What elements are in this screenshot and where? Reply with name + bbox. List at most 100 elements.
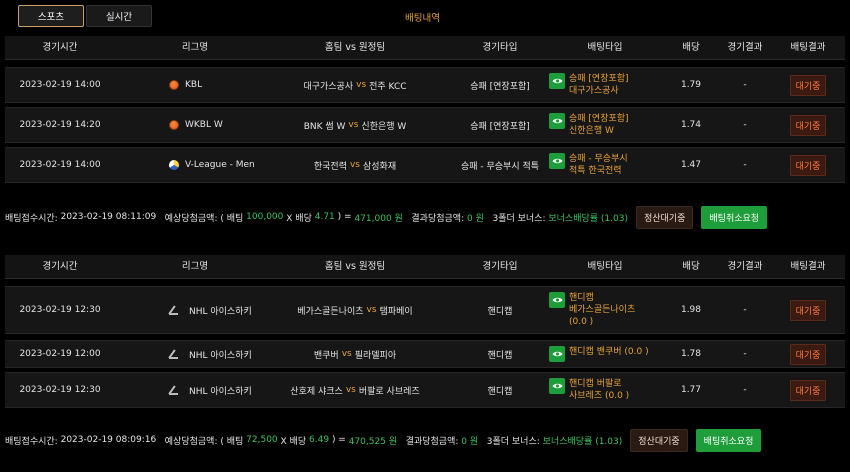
bet-type-text: 핸디캡 베가스골든나이츠 (0.0 ) bbox=[569, 292, 635, 328]
home-team: 밴쿠버 bbox=[313, 350, 339, 361]
bet-result-cell: 대기중 bbox=[771, 373, 845, 407]
vs-label: vs bbox=[348, 120, 359, 130]
table-header: 경기시간 리그명 홈팀 vs 원정팀 경기타입 배팅타입 배당 경기결과 배팅결과 bbox=[5, 255, 845, 279]
column-header: 경기타입 bbox=[482, 42, 518, 53]
column-header: 배팅결과 bbox=[790, 42, 826, 53]
bet-result-cell: 대기중 bbox=[771, 68, 845, 102]
bet-type-cell: 승패 - 무승부시 적특 한국전력 bbox=[545, 148, 665, 182]
column-header: 홈팀 vs 원정팀 bbox=[324, 42, 386, 53]
status-badge: 대기중 bbox=[789, 154, 827, 176]
match-time: 2023-02-19 12:30 bbox=[19, 305, 101, 315]
league-cell: KBL bbox=[125, 68, 265, 102]
column-header: 배팅타입 bbox=[587, 42, 623, 53]
bet-result-cell: 대기중 bbox=[771, 341, 845, 367]
bet-result-cell: 대기중 bbox=[771, 108, 845, 142]
won-amount: 0 원 bbox=[467, 213, 484, 224]
x-odds-label: X 배당 bbox=[286, 213, 312, 224]
total-odds: 4.71 bbox=[314, 212, 335, 222]
expected-label: 예상당첨금액: ( 배팅 bbox=[164, 213, 244, 224]
bet-summary: 배팅접수시간: 2023-02-19 08:11:09 예상당첨금액: ( 배팅… bbox=[5, 205, 845, 229]
bet-type-line: 대구가스공사 bbox=[569, 86, 619, 96]
volleyball-icon bbox=[169, 160, 179, 170]
bonus-value: 보너스배당률 (1.03) bbox=[548, 213, 628, 224]
bet-type-text: 승패 [연장포함] 신한은행 W bbox=[569, 113, 629, 137]
expected-label: 예상당첨금액: ( 배팅 bbox=[164, 436, 244, 447]
game-result: - bbox=[743, 160, 747, 170]
bonus-label: 3폴더 보너스: bbox=[486, 436, 540, 447]
teams-cell: BNK 썸 Wvs 신한은행 W bbox=[255, 108, 455, 142]
home-team: 베가스골든나이츠 bbox=[297, 306, 364, 317]
status-badge: 대기중 bbox=[789, 74, 827, 96]
vs-label: vs bbox=[349, 160, 360, 170]
game-result: - bbox=[743, 349, 747, 359]
eye-icon[interactable] bbox=[549, 292, 565, 308]
accept-time-label: 배팅접수시간: bbox=[5, 213, 58, 224]
league-name: V-League - Men bbox=[185, 160, 255, 170]
home-team: BNK 썸 W bbox=[303, 121, 346, 132]
league-name: NHL 아이스하키 bbox=[189, 350, 252, 361]
eye-icon[interactable] bbox=[549, 346, 565, 362]
game-type: 승패 [연장포함] bbox=[470, 121, 530, 132]
accept-time: 2023-02-19 08:09:16 bbox=[60, 435, 157, 445]
league-cell: NHL 아이스하키 bbox=[125, 373, 265, 407]
away-team: 전주 KCC bbox=[369, 81, 407, 92]
match-time: 2023-02-19 12:30 bbox=[19, 385, 101, 395]
total-odds: 6.49 bbox=[309, 435, 330, 445]
column-header: 홈팀 vs 원정팀 bbox=[324, 261, 386, 272]
league-name: WKBL W bbox=[185, 120, 223, 130]
eye-icon[interactable] bbox=[549, 73, 565, 89]
equals-label: ) = bbox=[331, 435, 346, 445]
teams-cell: 베가스골든나이츠 vs 탬파베이 bbox=[255, 287, 455, 333]
bet-type-line: 베가스골든나이츠 bbox=[569, 305, 636, 315]
league-cell: NHL 아이스하키 bbox=[125, 287, 265, 333]
hockey-icon bbox=[169, 349, 183, 359]
bet-amount: 72,500 bbox=[246, 435, 278, 445]
column-header: 경기결과 bbox=[727, 42, 763, 53]
expected-amount: 470,525 원 bbox=[348, 436, 398, 447]
league-cell: V-League - Men bbox=[125, 148, 265, 182]
game-result: - bbox=[743, 305, 747, 315]
table-row: 2023-02-19 14:00 KBL 대구가스공사 vs 전주 KCC 승패 [연장포… bbox=[5, 67, 845, 103]
hockey-icon bbox=[169, 385, 183, 395]
column-header: 경기결과 bbox=[727, 261, 763, 272]
odds: 1.78 bbox=[680, 349, 702, 359]
bet-type-cell: 승패 [연장포함] 신한은행 W bbox=[545, 108, 665, 142]
status-badge: 대기중 bbox=[789, 114, 827, 136]
odds: 1.79 bbox=[680, 80, 702, 90]
odds: 1.98 bbox=[680, 305, 702, 315]
odds: 1.47 bbox=[680, 160, 702, 170]
game-type: 핸디캡 bbox=[487, 350, 513, 361]
bet-amount: 100,000 bbox=[246, 212, 284, 222]
bet-summary: 배팅접수시간: 2023-02-19 08:09:16 예상당첨금액: ( 배팅… bbox=[5, 428, 845, 452]
eye-icon[interactable] bbox=[549, 153, 565, 169]
vs-label: vs bbox=[345, 385, 356, 395]
cancel-bet-button[interactable]: 배팅취소요청 bbox=[695, 428, 762, 452]
page-title: 배팅내역 bbox=[405, 13, 440, 24]
match-time: 2023-02-19 12:00 bbox=[19, 349, 101, 359]
tab-sports[interactable]: 스포츠 bbox=[18, 5, 84, 27]
settle-pending-button[interactable]: 정산대기중 bbox=[630, 428, 688, 452]
tab-live[interactable]: 실시간 bbox=[86, 5, 152, 27]
away-team: 삼성화재 bbox=[363, 161, 397, 172]
home-team: 한국전력 bbox=[313, 161, 347, 172]
away-team: 탬파베이 bbox=[379, 306, 413, 317]
eye-icon[interactable] bbox=[549, 378, 565, 394]
home-team: 대구가스공사 bbox=[303, 81, 354, 92]
league-name: NHL 아이스하키 bbox=[189, 306, 252, 317]
away-team: 버팔로 사브레즈 bbox=[358, 386, 420, 397]
cancel-bet-button[interactable]: 배팅취소요청 bbox=[701, 205, 768, 229]
bet-result-cell: 대기중 bbox=[771, 287, 845, 333]
accept-time-label: 배팅접수시간: bbox=[5, 436, 58, 447]
teams-cell: 대구가스공사 vs 전주 KCC bbox=[255, 68, 455, 102]
bonus-value: 보너스배당률 (1.03) bbox=[542, 436, 623, 447]
vs-label: vs bbox=[341, 349, 352, 359]
league-cell: WKBL W bbox=[125, 108, 265, 142]
hockey-icon bbox=[169, 305, 183, 315]
status-badge: 대기중 bbox=[789, 343, 827, 365]
bet-type-line: 핸디캡 버팔로 bbox=[569, 379, 622, 389]
home-team: 산호제 샤크스 bbox=[290, 386, 343, 397]
match-time: 2023-02-19 14:20 bbox=[19, 120, 101, 130]
eye-icon[interactable] bbox=[549, 113, 565, 129]
bet-type-text: 승패 - 무승부시 적특 한국전력 bbox=[569, 153, 628, 177]
settle-pending-button[interactable]: 정산대기중 bbox=[635, 205, 694, 229]
